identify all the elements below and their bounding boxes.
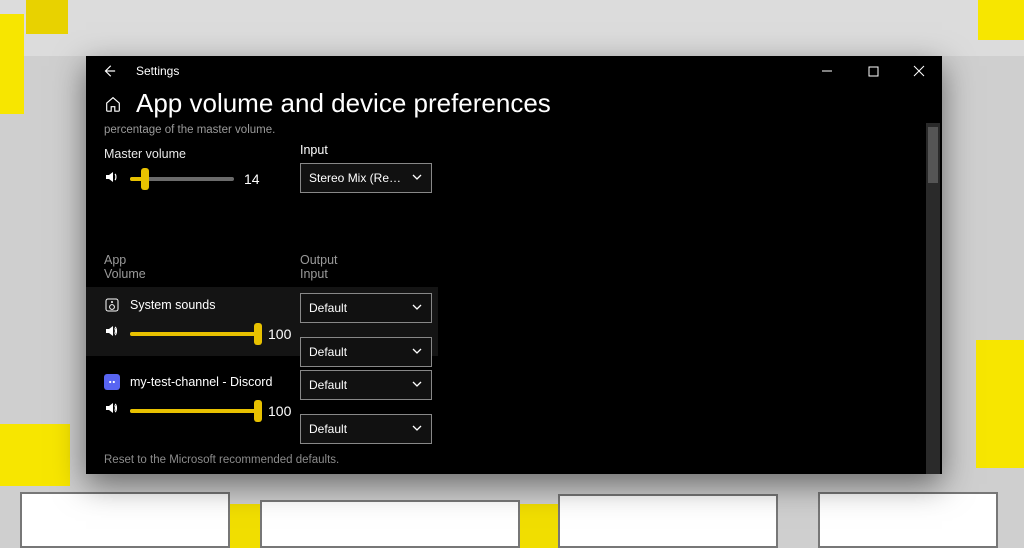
minimize-icon (821, 65, 833, 77)
maximize-button[interactable] (850, 56, 896, 86)
page-title: App volume and device preferences (136, 88, 551, 119)
arrow-left-icon (102, 64, 116, 78)
chevron-down-icon (411, 378, 423, 393)
chevron-down-icon (411, 171, 423, 186)
back-button[interactable] (86, 56, 132, 86)
window-title: Settings (132, 64, 179, 78)
discord-icon (104, 374, 120, 390)
slider-thumb[interactable] (141, 168, 149, 190)
app-volume-slider[interactable] (130, 409, 258, 413)
chevron-down-icon (411, 345, 423, 360)
app-volume-slider[interactable] (130, 332, 258, 336)
app-list-headers: App Volume Output Input (104, 253, 924, 281)
app-name: System sounds (130, 298, 215, 312)
minimize-button[interactable] (804, 56, 850, 86)
discord-output-dropdown[interactable]: Default (300, 370, 432, 400)
content-area: percentage of the master volume. Master … (86, 123, 942, 474)
close-icon (913, 65, 925, 77)
header-volume: Volume (104, 267, 300, 281)
slider-thumb[interactable] (254, 323, 262, 345)
settings-window: Settings App volume and device preferenc… (86, 56, 942, 474)
system-sounds-icon (104, 297, 120, 313)
home-icon (104, 95, 122, 113)
header-output: Output (300, 253, 338, 267)
vertical-scrollbar[interactable] (926, 123, 940, 474)
chevron-down-icon (411, 301, 423, 316)
master-volume-value: 14 (244, 171, 260, 187)
speaker-icon[interactable] (104, 323, 120, 344)
header-app: App (104, 253, 300, 267)
dropdown-value: Stereo Mix (Realtek... (309, 171, 405, 185)
system-sounds-input-dropdown[interactable]: Default (300, 337, 432, 367)
input-device-label: Input (300, 143, 780, 157)
close-button[interactable] (896, 56, 942, 86)
input-device-dropdown[interactable]: Stereo Mix (Realtek... (300, 163, 432, 193)
header-input: Input (300, 267, 338, 281)
titlebar: Settings (86, 56, 942, 86)
scrollbar-thumb[interactable] (928, 127, 938, 183)
app-volume-value: 100 (268, 403, 291, 419)
master-volume-label: Master volume (104, 147, 294, 161)
maximize-icon (868, 66, 879, 77)
speaker-icon[interactable] (104, 400, 120, 421)
app-name: my-test-channel - Discord (130, 375, 272, 389)
slider-thumb[interactable] (254, 400, 262, 422)
discord-input-dropdown[interactable]: Default (300, 414, 432, 444)
reset-defaults-link[interactable]: Reset to the Microsoft recommended defau… (104, 454, 339, 466)
system-sounds-output-dropdown[interactable]: Default (300, 293, 432, 323)
master-volume-slider[interactable] (130, 177, 234, 181)
home-button[interactable] (104, 95, 122, 113)
page-header: App volume and device preferences (86, 86, 942, 123)
speaker-icon[interactable] (104, 169, 120, 190)
master-description: percentage of the master volume. (104, 123, 294, 139)
app-volume-value: 100 (268, 326, 291, 342)
chevron-down-icon (411, 422, 423, 437)
